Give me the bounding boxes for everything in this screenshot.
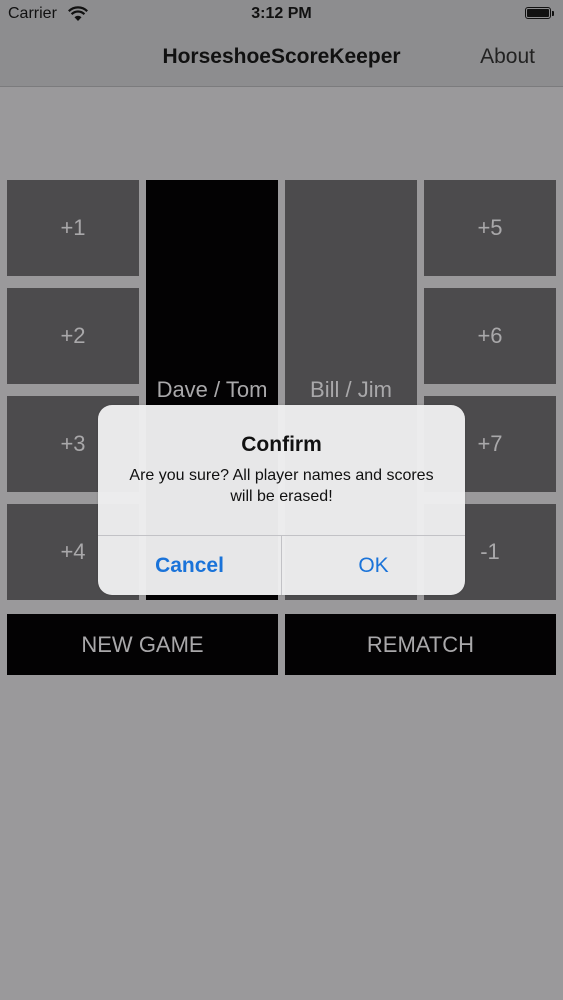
score-plus-2-left-button[interactable]: +2: [7, 288, 139, 384]
alert-title: Confirm: [241, 433, 322, 456]
score-plus-5-right-button[interactable]: +5: [424, 180, 556, 276]
confirm-alert-dialog: Confirm Are you sure? All player names a…: [98, 405, 465, 595]
score-plus-6-right-button[interactable]: +6: [424, 288, 556, 384]
about-button[interactable]: About: [480, 45, 535, 69]
status-bar: Carrier 3:12 PM: [0, 0, 563, 30]
alert-message: Are you sure? All player names and score…: [129, 467, 434, 505]
navigation-bar: HorseshoeScoreKeeper About: [0, 30, 563, 87]
ok-button[interactable]: OK: [282, 536, 465, 595]
new-game-button[interactable]: NEW GAME: [7, 614, 278, 675]
app-title: HorseshoeScoreKeeper: [162, 45, 401, 68]
clock-time: 3:12 PM: [251, 5, 312, 22]
score-plus-1-left-button[interactable]: +1: [7, 180, 139, 276]
cancel-button[interactable]: Cancel: [98, 536, 281, 595]
battery-icon: [525, 7, 554, 19]
rematch-button[interactable]: REMATCH: [285, 614, 556, 675]
